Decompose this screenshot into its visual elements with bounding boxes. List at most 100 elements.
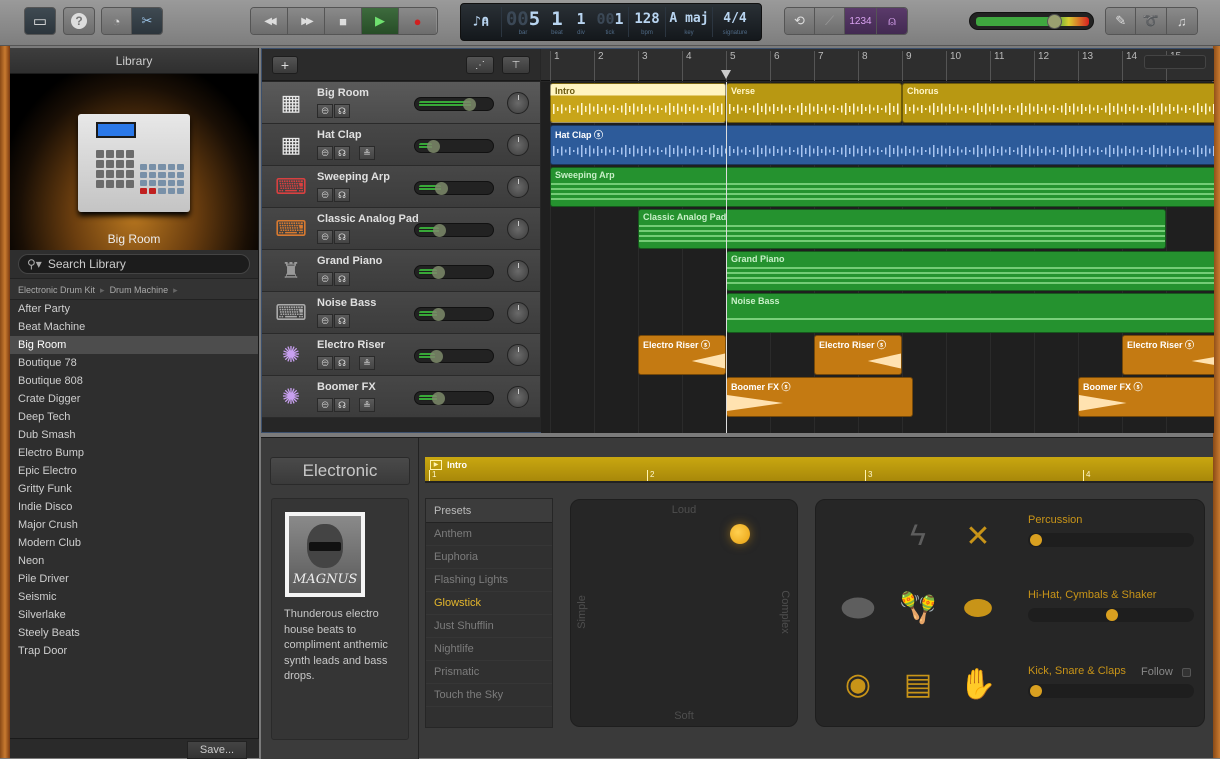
volume-knob[interactable]	[426, 140, 440, 153]
drummer-avatar[interactable]: MAGNUS	[285, 512, 365, 597]
region[interactable]: Chorus	[902, 83, 1214, 123]
track-header[interactable]: ▦ Big Room ⨸ ☊	[262, 82, 540, 124]
lcd-display[interactable]: ♪⍝ 005 bar 1 beat 1 div 001 tick 128 bpm…	[460, 3, 762, 41]
kick-snare-slider[interactable]	[1028, 684, 1194, 698]
mute-button[interactable]: ⨸	[317, 356, 333, 370]
track-header[interactable]: ♜ Grand Piano ⨸ ☊	[262, 250, 540, 292]
volume-knob[interactable]	[431, 392, 445, 405]
pan-knob[interactable]	[507, 134, 529, 156]
xy-puck[interactable]	[729, 524, 750, 545]
region[interactable]: Sweeping Arp	[550, 167, 1214, 207]
mute-button[interactable]: ⨸	[317, 104, 333, 118]
sticks-icon[interactable]: ✕	[958, 516, 998, 556]
play-region-icon[interactable]: ▶	[430, 460, 442, 470]
preset-item[interactable]: Glowstick	[426, 592, 552, 615]
shaker-icon[interactable]: 🪇	[898, 588, 938, 628]
play-button[interactable]: ▶	[362, 8, 399, 34]
region[interactable]: Intro	[550, 83, 726, 123]
volume-knob[interactable]	[431, 308, 445, 321]
master-volume-knob[interactable]	[1046, 14, 1062, 29]
region[interactable]: Boomer FX ⓢ	[726, 377, 913, 417]
mute-button[interactable]: ⨸	[317, 398, 333, 412]
library-item[interactable]: Trap Door	[10, 642, 258, 660]
lcd-signature[interactable]: 4/4 signature	[713, 4, 757, 40]
track-option-button[interactable]: ≗	[359, 356, 375, 370]
volume-knob[interactable]	[462, 98, 476, 111]
track-name[interactable]: Big Room	[317, 87, 369, 99]
track-name[interactable]: Grand Piano	[317, 255, 382, 267]
track-header[interactable]: ▦ Hat Clap ⨸ ☊ ≗	[262, 124, 540, 166]
track-volume-slider[interactable]	[414, 139, 494, 153]
library-item[interactable]: After Party	[10, 300, 258, 318]
follow-checkbox[interactable]	[1182, 668, 1191, 677]
solo-button[interactable]: ☊	[334, 230, 350, 244]
track-name[interactable]: Boomer FX	[317, 381, 376, 393]
lcd-key[interactable]: A maj key	[666, 4, 712, 40]
horizontal-zoom-slider[interactable]	[1144, 55, 1206, 69]
region[interactable]: Electro Riser ⓢ	[1122, 335, 1214, 375]
lcd-tempo[interactable]: 128 bpm	[629, 4, 665, 40]
track-header[interactable]: ✺ Boomer FX ⨸ ☊ ≗	[262, 376, 540, 418]
smart-controls-button[interactable]: ◔	[102, 8, 132, 34]
solo-button[interactable]: ☊	[334, 398, 350, 412]
track-header[interactable]: ⌨ Noise Bass ⨸ ☊	[262, 292, 540, 334]
kick-drum-icon[interactable]: ◉	[838, 664, 878, 704]
library-item[interactable]: Neon	[10, 552, 258, 570]
library-item[interactable]: Deep Tech	[10, 408, 258, 426]
mute-button[interactable]: ⨸	[317, 314, 333, 328]
record-button[interactable]: ●	[399, 8, 436, 34]
pan-knob[interactable]	[507, 92, 529, 114]
library-item[interactable]: Major Crush	[10, 516, 258, 534]
breadcrumb-item[interactable]: Electronic Drum Kit	[18, 285, 95, 295]
region[interactable]: Classic Analog Pad	[638, 209, 1166, 249]
slider-knob[interactable]	[1030, 534, 1042, 546]
save-button[interactable]: Save...	[187, 741, 247, 759]
count-in-button[interactable]: 1234	[845, 8, 877, 34]
breadcrumb-item[interactable]: Drum Machine	[110, 285, 169, 295]
pan-knob[interactable]	[507, 218, 529, 240]
notepad-button[interactable]: ✎	[1106, 8, 1137, 34]
pan-knob[interactable]	[507, 260, 529, 282]
hihat-slider[interactable]	[1028, 608, 1194, 622]
solo-button[interactable]: ☊	[334, 146, 350, 160]
track-option-button[interactable]: ≗	[359, 146, 375, 160]
playhead[interactable]	[726, 82, 727, 433]
library-item[interactable]: Boutique 78	[10, 354, 258, 372]
percussion-slider[interactable]	[1028, 533, 1194, 547]
library-item[interactable]: Epic Electro	[10, 462, 258, 480]
rewind-button[interactable]: ◀◀	[251, 8, 288, 34]
media-browser-button[interactable]: ♫	[1166, 8, 1197, 34]
library-item[interactable]: Boutique 808	[10, 372, 258, 390]
slider-knob[interactable]	[1030, 685, 1042, 697]
track-name[interactable]: Hat Clap	[317, 129, 362, 141]
track-volume-slider[interactable]	[414, 181, 494, 195]
library-item[interactable]: Steely Beats	[10, 624, 258, 642]
clap-hand-icon[interactable]: ✋	[958, 664, 998, 704]
mute-button[interactable]: ⨸	[317, 272, 333, 286]
volume-knob[interactable]	[429, 350, 443, 363]
forward-button[interactable]: ▶▶	[288, 8, 325, 34]
pan-knob[interactable]	[507, 344, 529, 366]
library-item[interactable]: Big Room	[10, 336, 258, 354]
snare-drum-icon[interactable]: ▤	[898, 664, 938, 704]
preset-item[interactable]: Just Shufflin	[426, 615, 552, 638]
lightning-icon[interactable]: ϟ	[898, 516, 938, 556]
region[interactable]: Boomer FX ⓢ	[1078, 377, 1214, 417]
cymbal-icon[interactable]: ⬬	[958, 588, 998, 628]
arrange-area[interactable]: Intro Verse Chorus Hat Clap ⓢ Sweeping Arp Cl…	[541, 82, 1214, 433]
solo-button[interactable]: ☊	[334, 356, 350, 370]
xy-pad[interactable]: Loud Soft Simple Complex	[570, 499, 798, 727]
region[interactable]: Hat Clap ⓢ	[550, 125, 1214, 165]
track-volume-slider[interactable]	[414, 391, 494, 405]
preset-item[interactable]: Prismatic	[426, 661, 552, 684]
add-track-button[interactable]: +	[272, 56, 298, 74]
solo-button[interactable]: ☊	[334, 104, 350, 118]
library-item[interactable]: Silverlake	[10, 606, 258, 624]
pan-knob[interactable]	[507, 176, 529, 198]
preset-item[interactable]: Flashing Lights	[426, 569, 552, 592]
mute-button[interactable]: ⨸	[317, 146, 333, 160]
track-name[interactable]: Classic Analog Pad	[317, 213, 419, 225]
mute-button[interactable]: ⨸	[317, 188, 333, 202]
track-name[interactable]: Noise Bass	[317, 297, 376, 309]
library-item[interactable]: Modern Club	[10, 534, 258, 552]
